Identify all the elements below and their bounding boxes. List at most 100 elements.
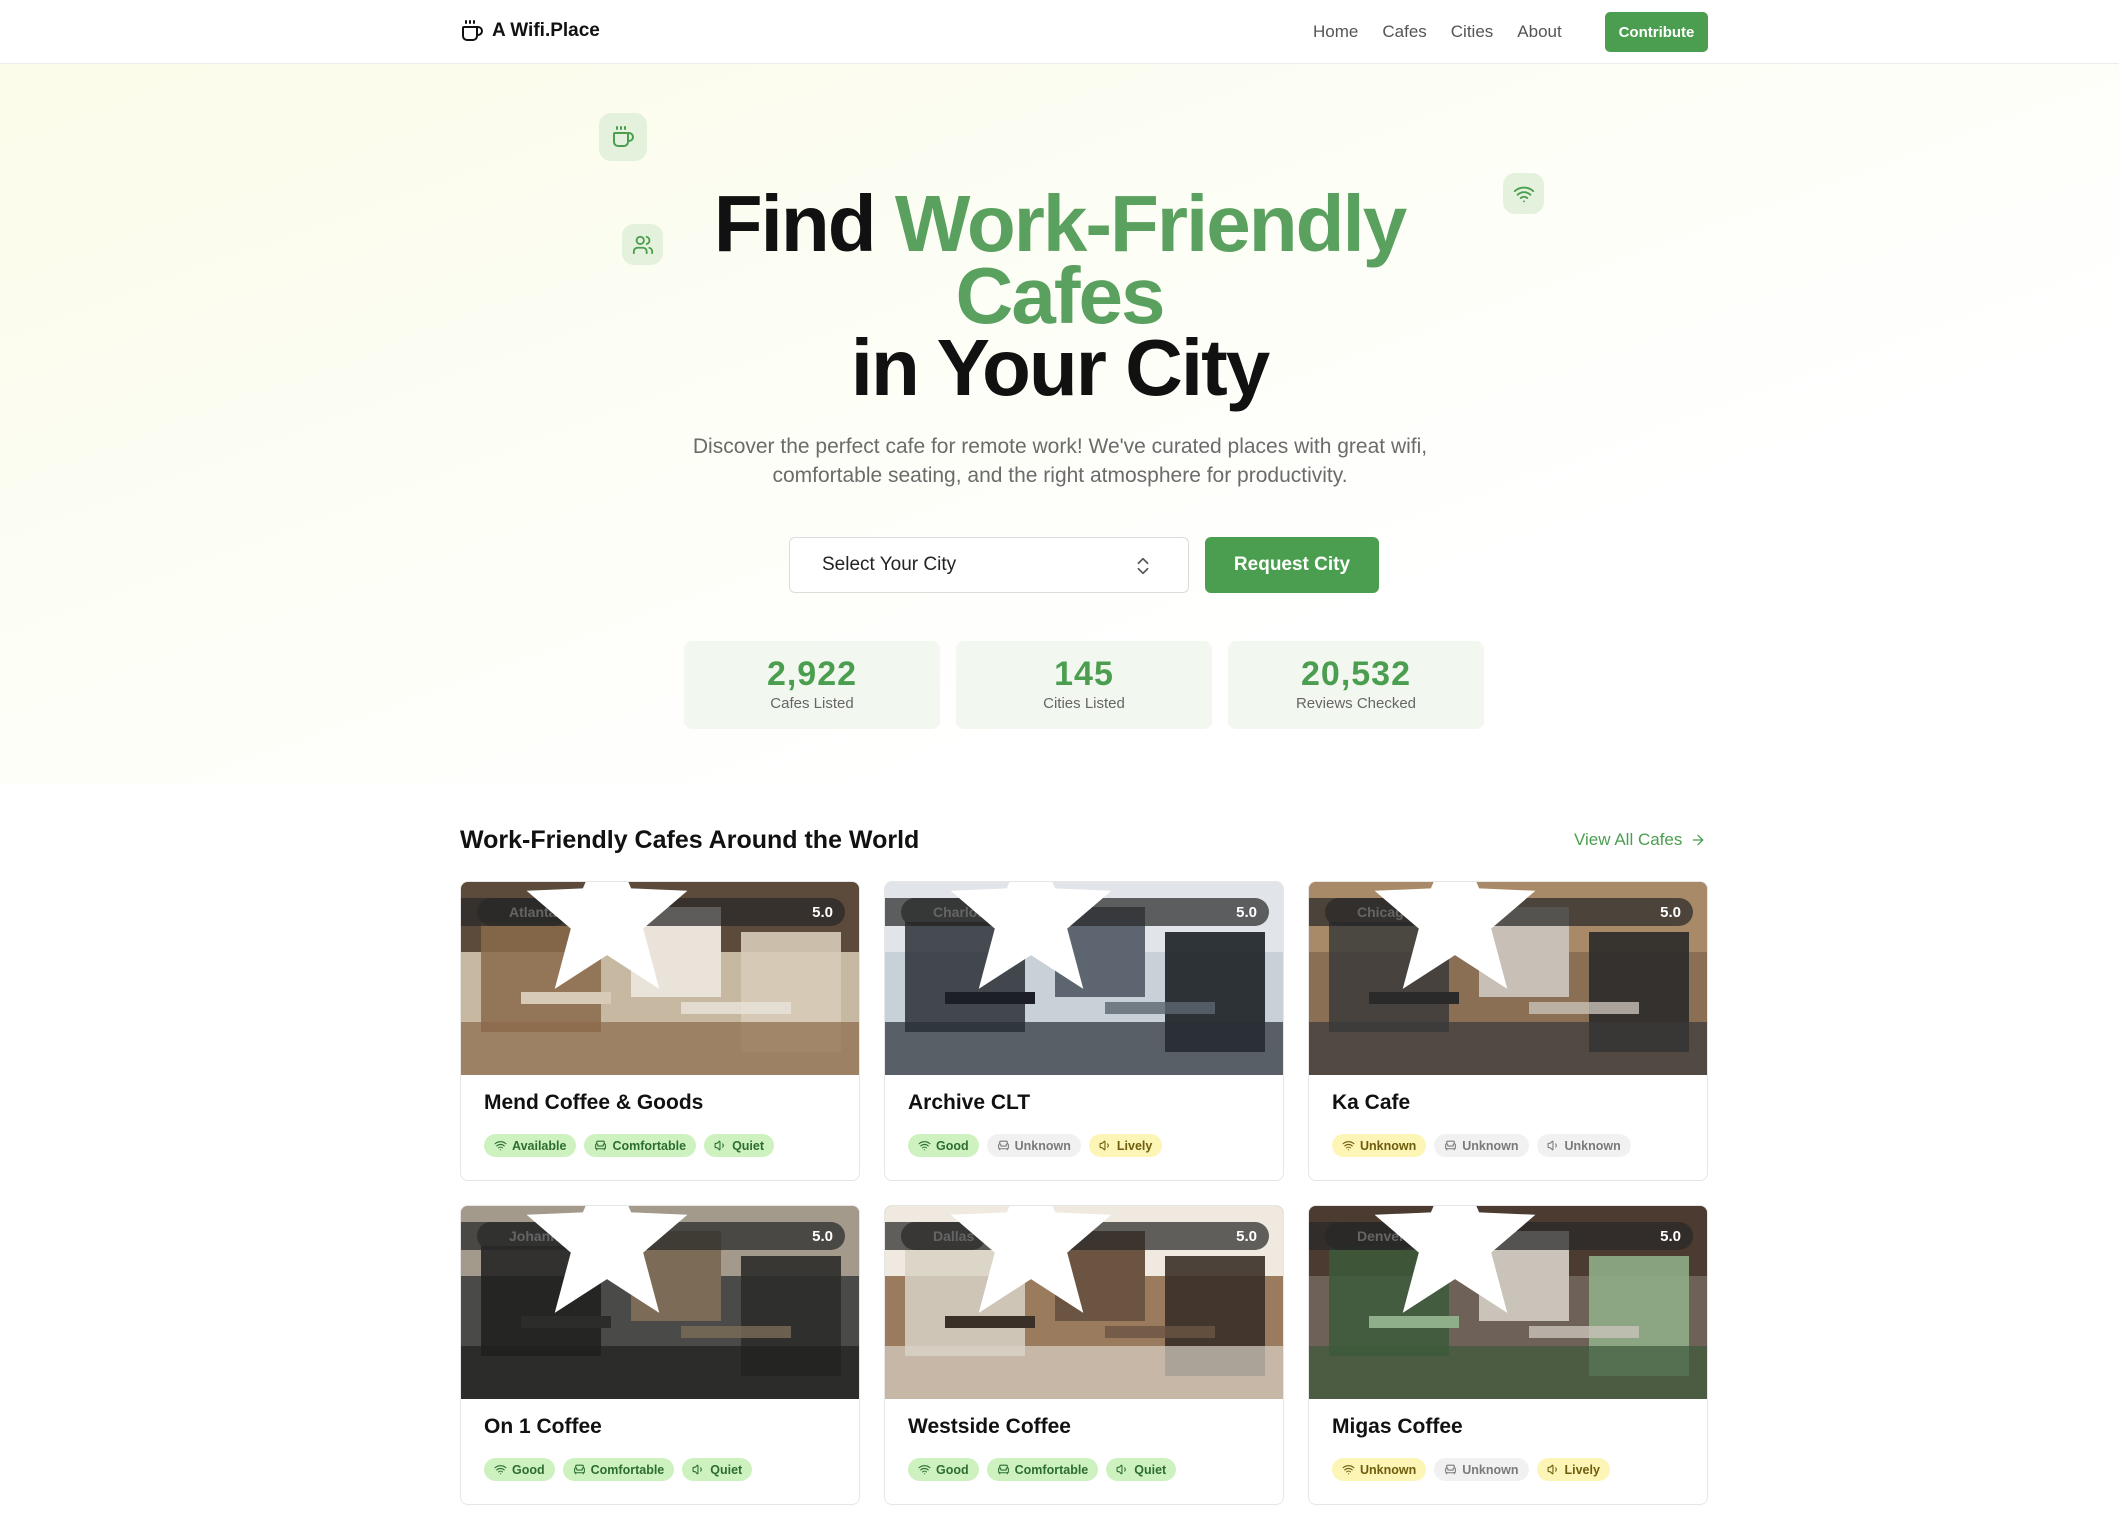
- rating-badge: 5.0: [885, 882, 1269, 989]
- rating-value: 5.0: [1236, 903, 1257, 921]
- rating-badge: 5.0: [885, 1206, 1269, 1313]
- amenity-tag: Unknown: [1536, 1134, 1631, 1157]
- stat-value: 20,532: [1301, 655, 1411, 693]
- volume-icon: [1547, 1464, 1557, 1475]
- hero-title-find: Find: [713, 179, 895, 268]
- amenity-tag-label: Quiet: [732, 1138, 765, 1153]
- cafe-card[interactable]: Denver5.0 Migas Coffee Unknown Unknown Livel…: [1308, 1205, 1708, 1505]
- cafe-name[interactable]: Westside Coffee: [908, 1415, 1071, 1439]
- wifi-icon: [918, 1141, 931, 1151]
- amenity-tag-label: Unknown: [1014, 1138, 1071, 1153]
- request-city-button[interactable]: Request City: [1205, 537, 1379, 593]
- amenity-tag: Good: [908, 1134, 979, 1157]
- amenity-tag: Unknown: [986, 1134, 1081, 1157]
- cafe-card[interactable]: Charlotte5.0 Archive CLT Good Unknown Lively: [884, 881, 1284, 1181]
- main-nav: Home Cafes Cities About: [1313, 22, 1586, 42]
- amenity-tag-label: Unknown: [1462, 1462, 1519, 1477]
- volume-icon: [692, 1464, 703, 1475]
- cafe-name[interactable]: Mend Coffee & Goods: [484, 1091, 703, 1115]
- cafe-photo[interactable]: Charlotte5.0: [885, 882, 1283, 1075]
- rating-value: 5.0: [1236, 1227, 1257, 1245]
- amenity-tag-label: Available: [512, 1138, 567, 1153]
- hero-subtitle-line2: comfortable seating, and the right atmos…: [772, 464, 1348, 487]
- cafe-name[interactable]: Ka Cafe: [1332, 1091, 1410, 1115]
- amenity-tag-label: Good: [512, 1462, 545, 1477]
- amenity-tags: Unknown Unknown Unknown: [1332, 1134, 1631, 1157]
- brand-name: A Wifi.Place: [492, 20, 600, 41]
- amenity-tag-label: Unknown: [1564, 1138, 1621, 1153]
- amenity-tags: Good Comfortable Quiet: [908, 1458, 1177, 1481]
- amenity-tag: Unknown: [1434, 1458, 1529, 1481]
- rating-value: 5.0: [1660, 1227, 1681, 1245]
- amenity-tags: Good Unknown Lively: [908, 1134, 1163, 1157]
- city-select[interactable]: Select Your City: [789, 537, 1189, 593]
- cafe-card[interactable]: Johannesburg5.0 On 1 Coffee Good Comfortabl…: [460, 1205, 860, 1505]
- cafe-photo[interactable]: Atlanta5.0: [461, 882, 859, 1075]
- cafe-card[interactable]: Atlanta5.0 Mend Coffee & Goods Available Co…: [460, 881, 860, 1181]
- wifi-icon: [1342, 1465, 1355, 1475]
- amenity-tag-label: Lively: [1564, 1462, 1600, 1477]
- amenity-tag: Unknown: [1332, 1458, 1427, 1481]
- star-icon: [1374, 882, 1536, 989]
- amenity-tag: Quiet: [682, 1458, 753, 1481]
- nav-cities[interactable]: Cities: [1451, 22, 1494, 42]
- hero-title: Find Work-Friendly Cafes in Your City: [0, 184, 2119, 408]
- rating-value: 5.0: [812, 903, 833, 921]
- hero-subtitle-line1: Discover the perfect cafe for remote wor…: [692, 435, 1428, 458]
- cafe-card[interactable]: Dallas5.0 Westside Coffee Good Comfortable Q…: [884, 1205, 1284, 1505]
- floating-coffee-badge: [599, 113, 647, 161]
- amenity-tag-label: Unknown: [1360, 1138, 1417, 1153]
- star-icon: [526, 1206, 688, 1313]
- seat-icon: [573, 1464, 585, 1475]
- hero-title-city: in Your City: [850, 323, 1271, 412]
- nav-about[interactable]: About: [1517, 22, 1561, 42]
- amenity-tag: Unknown: [1434, 1134, 1529, 1157]
- wifi-icon: [494, 1465, 507, 1475]
- amenity-tag-label: Unknown: [1462, 1138, 1519, 1153]
- nav-home[interactable]: Home: [1313, 22, 1358, 42]
- amenity-tag-label: Good: [936, 1462, 969, 1477]
- cafe-photo[interactable]: Johannesburg5.0: [461, 1206, 859, 1399]
- wifi-icon: [918, 1465, 931, 1475]
- amenity-tag: Comfortable: [986, 1458, 1099, 1481]
- star-icon: [950, 1206, 1112, 1313]
- cafe-photo[interactable]: Dallas5.0: [885, 1206, 1283, 1399]
- volume-icon: [1099, 1140, 1109, 1151]
- stat-label: Cafes Listed: [770, 695, 854, 712]
- amenity-tag: Quiet: [704, 1134, 775, 1157]
- rating-badge: 5.0: [461, 1206, 845, 1313]
- hero-subtitle: Discover the perfect cafe for remote wor…: [660, 432, 1460, 490]
- rating-value: 5.0: [1660, 903, 1681, 921]
- amenity-tags: Available Comfortable Quiet: [484, 1134, 775, 1157]
- rating-badge: 5.0: [1309, 882, 1693, 989]
- cafe-name[interactable]: Archive CLT: [908, 1091, 1030, 1115]
- cafe-photo[interactable]: Chicago5.0: [1309, 882, 1707, 1075]
- view-all-label: View All Cafes: [1574, 830, 1683, 849]
- cafe-name[interactable]: On 1 Coffee: [484, 1415, 602, 1439]
- rating-value: 5.0: [812, 1227, 833, 1245]
- view-all-cafes-link[interactable]: View All Cafes: [1574, 830, 1706, 850]
- amenity-tag-label: Quiet: [710, 1462, 743, 1477]
- site-header: A Wifi.Place Home Cafes Cities About Con…: [0, 0, 2119, 64]
- cafe-card[interactable]: Chicago5.0 Ka Cafe Unknown Unknown Unknown: [1308, 881, 1708, 1181]
- wifi-icon: [494, 1141, 507, 1151]
- seat-icon: [997, 1140, 1009, 1151]
- nav-cafes[interactable]: Cafes: [1382, 22, 1426, 42]
- chevrons-up-down-icon: [1137, 557, 1149, 575]
- stat-cafes: 2,922 Cafes Listed: [684, 641, 940, 729]
- stat-label: Cities Listed: [1043, 695, 1125, 712]
- seat-icon: [997, 1464, 1009, 1475]
- amenity-tag: Lively: [1088, 1134, 1163, 1157]
- coffee-cup-icon: [613, 126, 634, 147]
- cafe-photo[interactable]: Denver5.0: [1309, 1206, 1707, 1399]
- cafe-name[interactable]: Migas Coffee: [1332, 1415, 1463, 1439]
- amenity-tag-label: Comfortable: [612, 1138, 687, 1153]
- star-icon: [1374, 1206, 1536, 1313]
- contribute-button[interactable]: Contribute: [1605, 12, 1708, 52]
- amenity-tag-label: Lively: [1116, 1138, 1153, 1153]
- seat-icon: [595, 1140, 607, 1151]
- amenity-tags: Unknown Unknown Lively: [1332, 1458, 1610, 1481]
- brand-logo[interactable]: A Wifi.Place: [460, 19, 600, 43]
- city-select-value: Select Your City: [822, 554, 957, 575]
- wifi-icon: [1342, 1141, 1355, 1151]
